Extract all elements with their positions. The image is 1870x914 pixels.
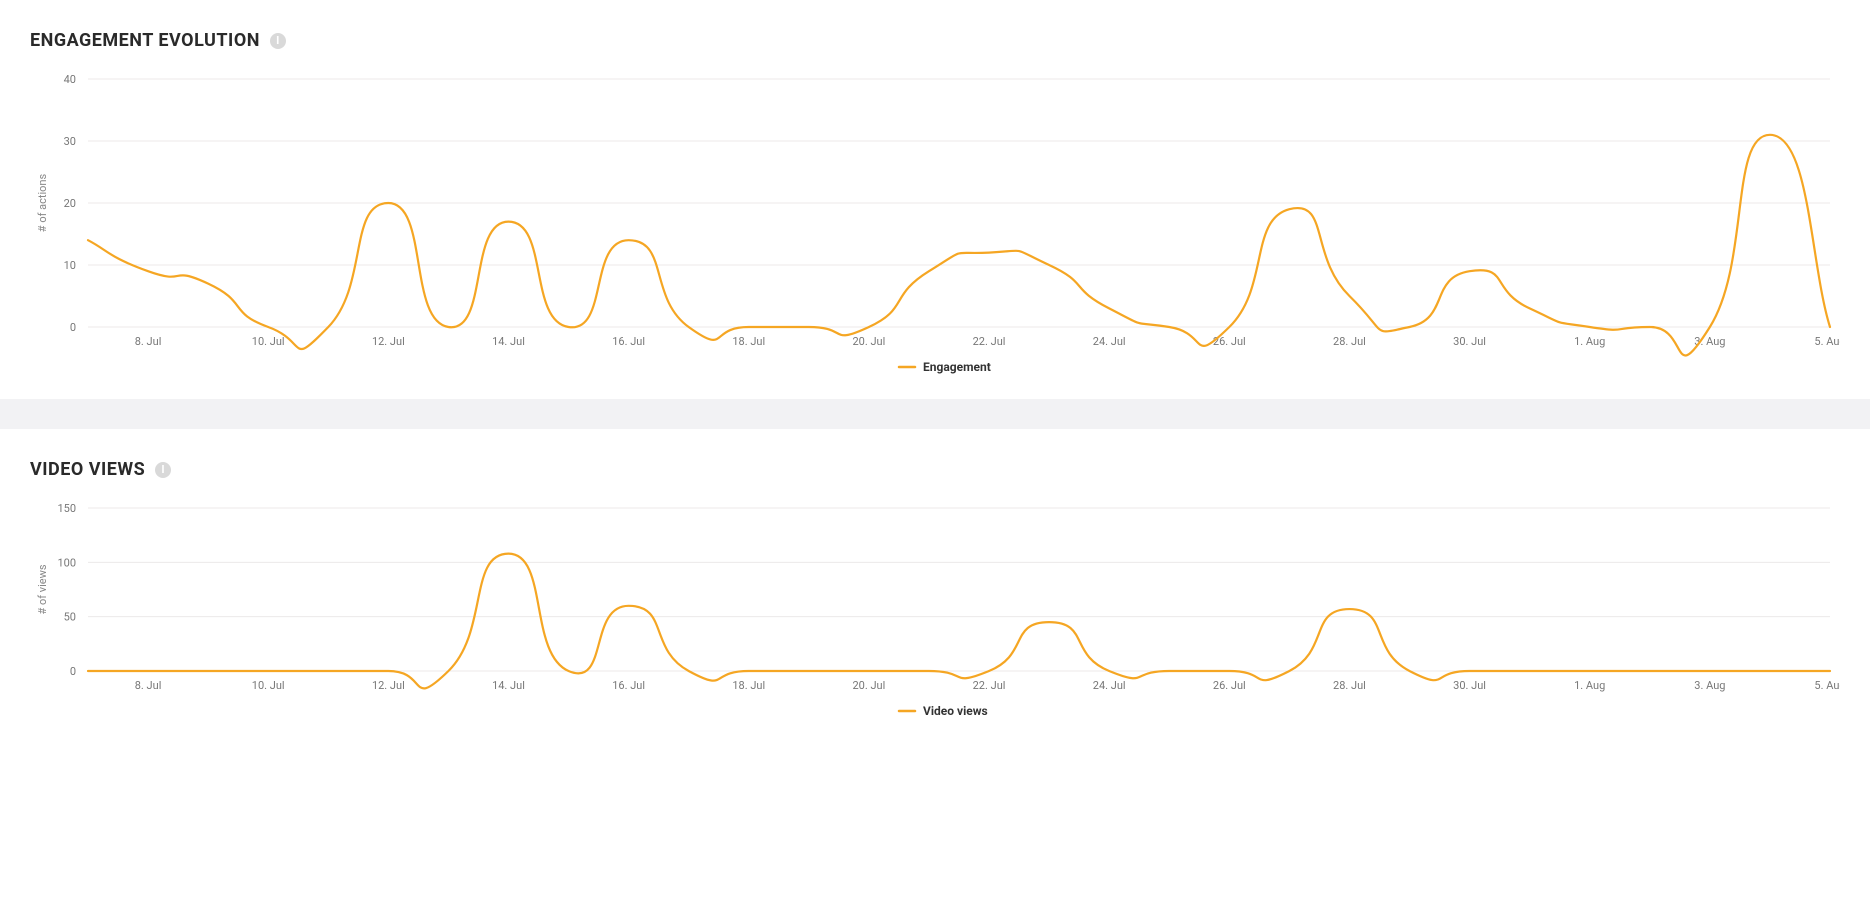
- video-title: VIDEO VIEWS: [30, 459, 145, 480]
- svg-text:50: 50: [64, 611, 76, 624]
- svg-text:12. Jul: 12. Jul: [372, 335, 405, 348]
- svg-text:12. Jul: 12. Jul: [372, 679, 405, 692]
- svg-text:# of actions: # of actions: [36, 173, 49, 232]
- svg-text:20: 20: [64, 197, 76, 210]
- series-line: [88, 135, 1830, 356]
- series-line: [88, 554, 1830, 689]
- svg-text:3. Aug: 3. Aug: [1694, 679, 1725, 692]
- svg-text:10. Jul: 10. Jul: [252, 335, 285, 348]
- svg-text:10: 10: [64, 259, 76, 272]
- svg-text:# of views: # of views: [36, 564, 49, 614]
- svg-text:28. Jul: 28. Jul: [1333, 679, 1366, 692]
- video-chart: 0 50 100 150 8. Jul 10. Jul 12. Jul 14. Jul 16. …: [30, 498, 1840, 723]
- svg-text:0: 0: [70, 321, 76, 334]
- svg-text:5. Aug: 5. Aug: [1814, 335, 1840, 348]
- svg-text:Engagement: Engagement: [923, 360, 991, 374]
- svg-text:16. Jul: 16. Jul: [612, 679, 645, 692]
- svg-text:1. Aug: 1. Aug: [1574, 335, 1605, 348]
- svg-text:30. Jul: 30. Jul: [1453, 679, 1486, 692]
- svg-text:28. Jul: 28. Jul: [1333, 335, 1366, 348]
- svg-text:Video views: Video views: [923, 704, 988, 718]
- svg-text:10. Jul: 10. Jul: [252, 679, 285, 692]
- svg-text:0: 0: [70, 665, 76, 678]
- svg-text:8. Jul: 8. Jul: [135, 335, 162, 348]
- svg-text:8. Jul: 8. Jul: [135, 679, 162, 692]
- svg-text:5. Aug: 5. Aug: [1814, 679, 1840, 692]
- engagement-chart: 0 10 20 30 40 8. Jul 10. Jul 12. Jul 14. Jul 16. …: [30, 69, 1840, 379]
- svg-text:100: 100: [57, 556, 76, 569]
- svg-text:26. Jul: 26. Jul: [1213, 679, 1246, 692]
- svg-text:1. Aug: 1. Aug: [1574, 679, 1605, 692]
- chart-legend[interactable]: Video views: [899, 704, 988, 718]
- engagement-panel: ENGAGEMENT EVOLUTION i 0 10 20 30 40 8. Jul 10…: [0, 0, 1870, 399]
- svg-text:16. Jul: 16. Jul: [612, 335, 645, 348]
- svg-text:24. Jul: 24. Jul: [1093, 335, 1126, 348]
- video-panel: VIDEO VIEWS i 0 50 100 150 8. Jul 10. Jul 12. …: [0, 429, 1870, 743]
- video-title-row: VIDEO VIEWS i: [30, 459, 1840, 480]
- svg-text:30: 30: [64, 135, 76, 148]
- svg-text:22. Jul: 22. Jul: [973, 679, 1006, 692]
- panel-divider: [0, 399, 1870, 429]
- engagement-title: ENGAGEMENT EVOLUTION: [30, 30, 260, 51]
- engagement-title-row: ENGAGEMENT EVOLUTION i: [30, 30, 1840, 51]
- chart-legend[interactable]: Engagement: [899, 360, 991, 374]
- svg-text:40: 40: [64, 73, 76, 86]
- svg-text:22. Jul: 22. Jul: [973, 335, 1006, 348]
- svg-text:20. Jul: 20. Jul: [852, 679, 885, 692]
- svg-text:150: 150: [57, 502, 76, 515]
- svg-text:30. Jul: 30. Jul: [1453, 335, 1486, 348]
- svg-text:14. Jul: 14. Jul: [492, 335, 525, 348]
- info-icon[interactable]: i: [155, 462, 171, 478]
- svg-text:20. Jul: 20. Jul: [852, 335, 885, 348]
- svg-text:18. Jul: 18. Jul: [732, 679, 765, 692]
- svg-text:14. Jul: 14. Jul: [492, 679, 525, 692]
- svg-text:24. Jul: 24. Jul: [1093, 679, 1126, 692]
- svg-text:18. Jul: 18. Jul: [732, 335, 765, 348]
- info-icon[interactable]: i: [270, 33, 286, 49]
